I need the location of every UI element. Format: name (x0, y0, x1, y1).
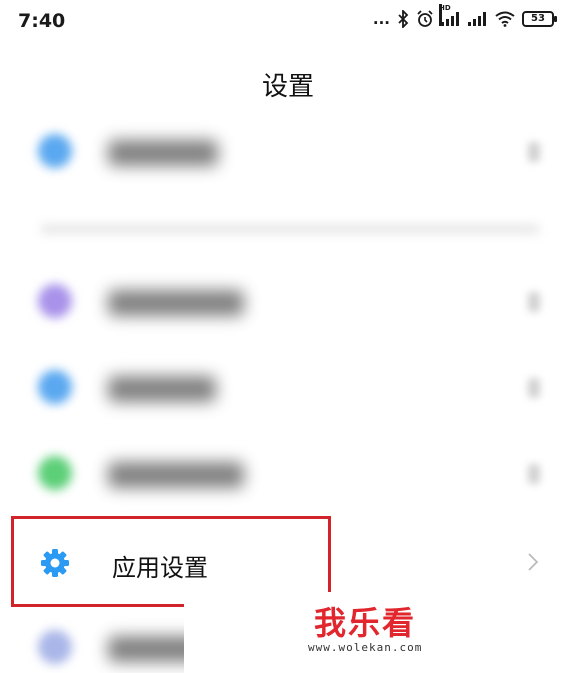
chevron-right-icon (528, 464, 540, 484)
signal-icon: HD (439, 4, 461, 26)
status-time: 7:40 (18, 10, 66, 32)
chevron-right-icon (528, 142, 540, 162)
blurred-icon (38, 134, 72, 168)
list-item[interactable] (0, 434, 576, 514)
watermark: 我乐看 www.wolekan.com (184, 592, 450, 673)
watermark-url: www.wolekan.com (308, 641, 423, 654)
blurred-label (108, 462, 244, 488)
alarm-icon (416, 10, 434, 28)
watermark-title: 我乐看 (314, 604, 417, 642)
blurred-label (108, 290, 244, 316)
wifi-icon (495, 11, 515, 27)
bluetooth-icon (397, 10, 409, 28)
status-icons: ... HD 53 (372, 4, 557, 28)
blurred-label (108, 376, 216, 402)
list-item[interactable] (0, 112, 576, 192)
more-dots: ... (372, 10, 390, 28)
section-divider (40, 224, 540, 234)
page-title: 设置 (261, 72, 314, 102)
blurred-icon (38, 370, 72, 404)
blurred-icon (38, 284, 72, 318)
list-item[interactable] (0, 348, 576, 428)
battery-icon: 53 (522, 11, 557, 27)
chevron-right-icon (526, 550, 540, 574)
blurred-icon (38, 630, 72, 664)
status-bar: 7:40 ... HD 53 (0, 0, 576, 44)
chevron-right-icon (528, 292, 540, 312)
signal-icon (468, 12, 488, 26)
list-item[interactable] (0, 262, 576, 342)
blurred-icon (38, 456, 72, 490)
chevron-right-icon (528, 378, 540, 398)
blurred-label (108, 140, 218, 166)
